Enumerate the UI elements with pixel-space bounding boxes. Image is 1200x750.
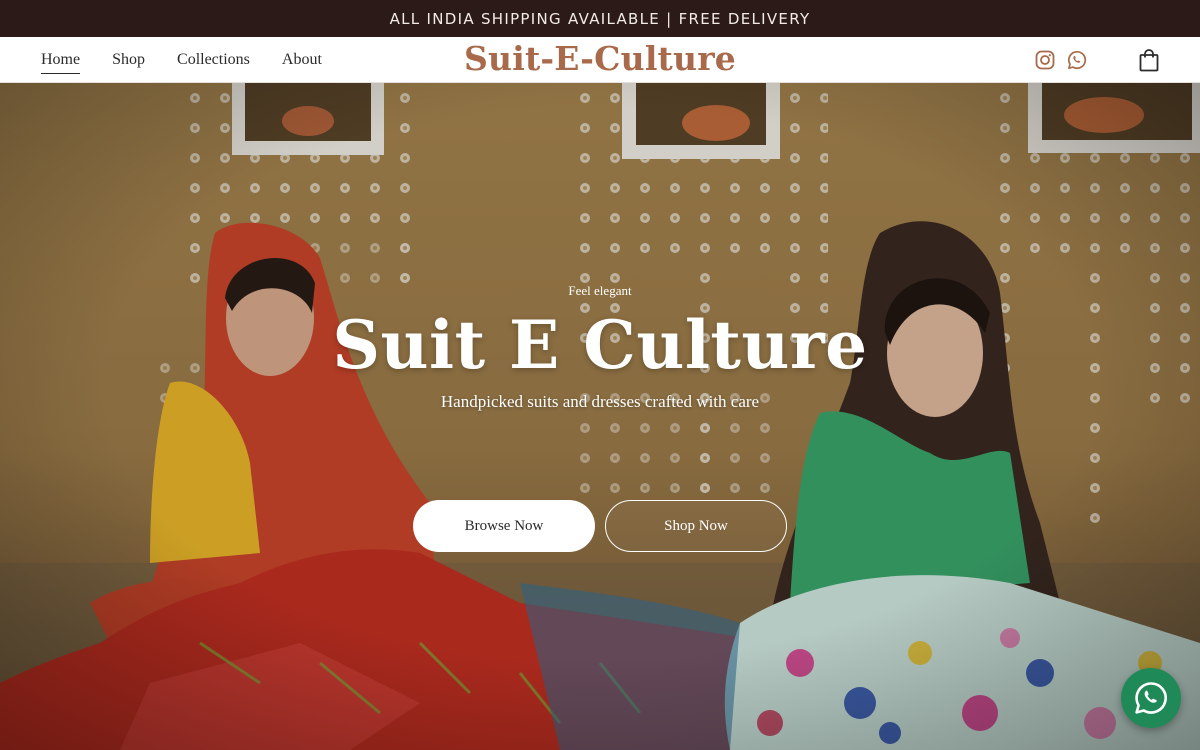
nav-home-link[interactable]: Home	[41, 51, 81, 74]
nav-shop-link[interactable]: Shop	[112, 51, 145, 69]
main-nav: Home Shop Collections About	[41, 37, 322, 83]
hero-content: Feel elegant Suit E Culture Handpicked s…	[0, 83, 1200, 750]
nav-collections-link[interactable]: Collections	[177, 51, 250, 69]
hero-section: Feel elegant Suit E Culture Handpicked s…	[0, 83, 1200, 750]
hero-eyebrow: Feel elegant	[568, 283, 632, 298]
announcement-text: ALL INDIA SHIPPING AVAILABLE | FREE DELI…	[389, 9, 811, 28]
shopping-bag-icon[interactable]	[1139, 48, 1159, 72]
header-icons	[1035, 37, 1159, 83]
brand-logo[interactable]: Suit-E-Culture	[464, 39, 736, 78]
hero-subtitle: Handpicked suits and dresses crafted wit…	[440, 392, 760, 411]
whatsapp-icon[interactable]	[1067, 50, 1087, 70]
nav-about-link[interactable]: About	[282, 51, 322, 69]
instagram-icon[interactable]	[1035, 50, 1055, 70]
browse-now-button[interactable]: Browse Now	[413, 500, 595, 552]
shop-now-button[interactable]: Shop Now	[605, 500, 787, 552]
announcement-bar: ALL INDIA SHIPPING AVAILABLE | FREE DELI…	[0, 0, 1200, 37]
whatsapp-chat-button[interactable]	[1121, 668, 1181, 728]
hero-title: Suit E Culture	[332, 306, 868, 384]
site-header: Home Shop Collections About Suit-E-Cultu…	[0, 37, 1200, 83]
whatsapp-icon	[1135, 682, 1167, 714]
